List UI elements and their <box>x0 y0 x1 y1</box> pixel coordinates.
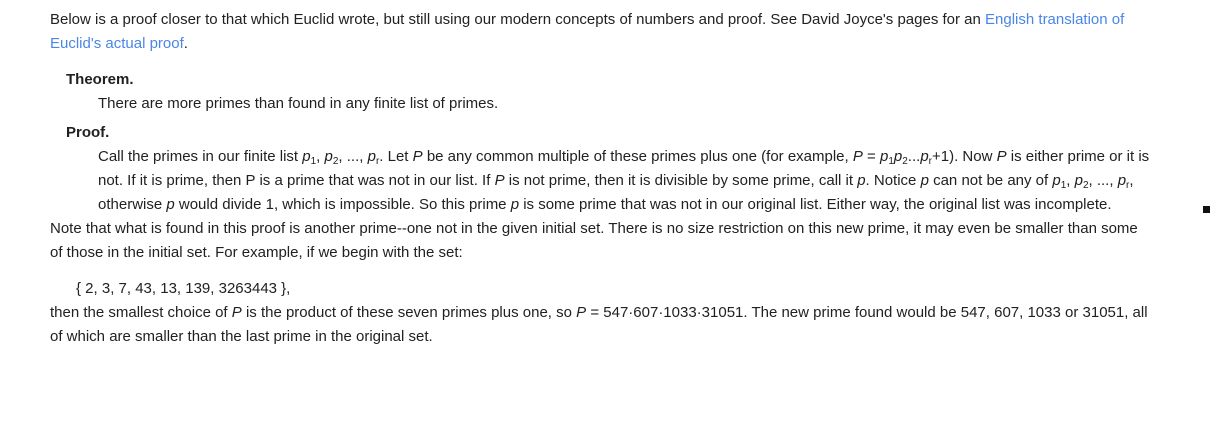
prime-symbol: p <box>893 148 903 165</box>
proof-text: is not prime, then it is divisible by so… <box>504 172 858 189</box>
ellipsis: ... <box>907 148 921 165</box>
proof-text: would divide 1, which is impossible. So … <box>174 196 511 213</box>
prime-symbol: p <box>324 148 333 165</box>
product-symbol: P <box>231 304 242 321</box>
prime-symbol: p <box>302 148 311 165</box>
separator: , <box>316 148 325 165</box>
conclusion-text: then the smallest choice of <box>50 304 232 321</box>
proof-text: can not be any of <box>928 172 1053 189</box>
prime-symbol: p <box>857 172 866 189</box>
theorem-label: Theorem. <box>66 71 134 88</box>
prime-symbol: p <box>1074 172 1083 189</box>
intro-text: Below is a proof closer to that which Eu… <box>50 11 986 28</box>
prime-symbol: p <box>1117 172 1127 189</box>
proof-text: . Let <box>379 148 413 165</box>
prime-symbol: p <box>367 148 376 165</box>
proof-text: +1). Now <box>932 148 997 165</box>
proof-text: be any common multiple of these primes p… <box>422 148 853 165</box>
product-symbol: P <box>996 148 1007 165</box>
proof-text: is some prime that was not in our origin… <box>519 196 1112 213</box>
intro-paragraph: Below is a proof closer to that which Eu… <box>50 8 1150 56</box>
theorem-statement: There are more primes than found in any … <box>98 95 499 112</box>
separator: , ..., <box>338 148 368 165</box>
product-symbol: P <box>576 304 587 321</box>
product-symbol: P <box>412 148 423 165</box>
note-paragraph: Note that what is found in this proof is… <box>50 220 1138 261</box>
conclusion-paragraph: then the smallest choice of P is the pro… <box>50 301 1150 349</box>
separator: , <box>1066 172 1075 189</box>
proof-text: Call the primes in our finite list <box>98 148 303 165</box>
example-set: { 2, 3, 7, 43, 13, 139, 3263443 }, <box>76 280 291 297</box>
equals: = <box>586 304 604 321</box>
product-value: 547·607·1033·31051 <box>603 304 744 321</box>
conclusion-text: is the product of these seven primes plu… <box>241 304 577 321</box>
prime-symbol: p <box>510 196 520 213</box>
equals: = <box>862 148 880 165</box>
product-symbol: P <box>494 172 505 189</box>
qed-square-icon <box>1203 206 1210 213</box>
prime-symbol: p <box>920 148 929 165</box>
proof-body: Call the primes in our finite list p1, p… <box>98 145 1210 217</box>
prime-symbol: p <box>166 196 175 213</box>
proof-text: . Notice <box>865 172 921 189</box>
product-symbol: P <box>852 148 863 165</box>
proof-label: Proof. <box>66 124 110 141</box>
intro-period: . <box>183 35 188 52</box>
prime-symbol: p <box>1052 172 1061 189</box>
document: Below is a proof closer to that which Eu… <box>50 8 1210 349</box>
prime-symbol: p <box>920 172 929 189</box>
separator: , ..., <box>1088 172 1118 189</box>
